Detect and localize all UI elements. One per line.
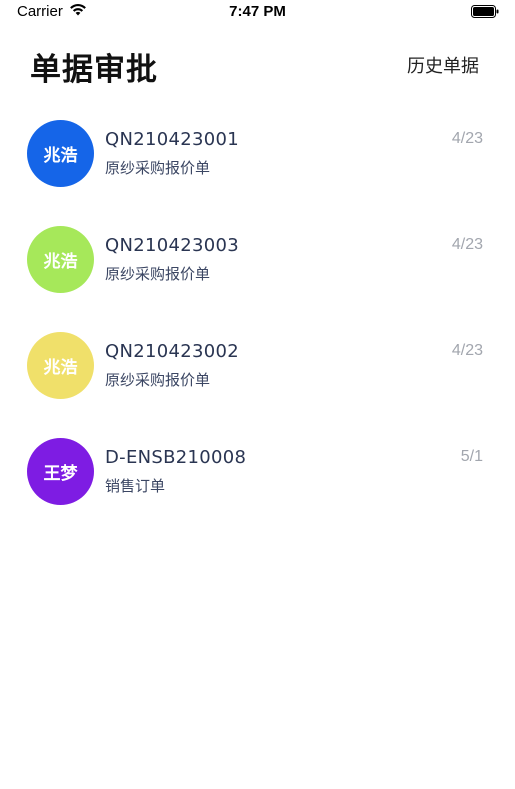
- document-list: 兆浩 QN210423001 原纱采购报价单 4/23 兆浩 QN2104230…: [0, 114, 515, 538]
- document-type: 原纱采购报价单: [105, 159, 211, 177]
- status-time: 7:47 PM: [229, 3, 286, 20]
- avatar: 兆浩: [27, 120, 94, 187]
- list-item[interactable]: 兆浩 QN210423003 原纱采购报价单 4/23: [0, 220, 515, 326]
- document-type: 原纱采购报价单: [105, 371, 211, 389]
- document-date: 4/23: [451, 130, 483, 147]
- document-date: 5/1: [460, 448, 483, 465]
- header: 单据审批 历史单据: [0, 40, 515, 90]
- battery-icon: [471, 5, 499, 18]
- document-code: QN210423003: [105, 235, 240, 256]
- document-type: 销售订单: [105, 477, 166, 495]
- document-date: 4/23: [451, 342, 483, 359]
- document-date: 4/23: [451, 236, 483, 253]
- list-item[interactable]: 王梦 D-ENSB210008 销售订单 5/1: [0, 432, 515, 538]
- history-documents-button[interactable]: 历史单据: [407, 52, 479, 78]
- document-code: QN210423002: [105, 341, 240, 362]
- document-code: D-ENSB210008: [105, 447, 247, 468]
- document-type: 原纱采购报价单: [105, 265, 211, 283]
- status-bar: Carrier 7:47 PM: [0, 0, 515, 24]
- avatar: 兆浩: [27, 226, 94, 293]
- list-item[interactable]: 兆浩 QN210423002 原纱采购报价单 4/23: [0, 326, 515, 432]
- avatar: 兆浩: [27, 332, 94, 399]
- list-item[interactable]: 兆浩 QN210423001 原纱采购报价单 4/23: [0, 114, 515, 220]
- page-title: 单据审批: [30, 52, 158, 88]
- document-code: QN210423001: [105, 129, 240, 150]
- avatar: 王梦: [27, 438, 94, 505]
